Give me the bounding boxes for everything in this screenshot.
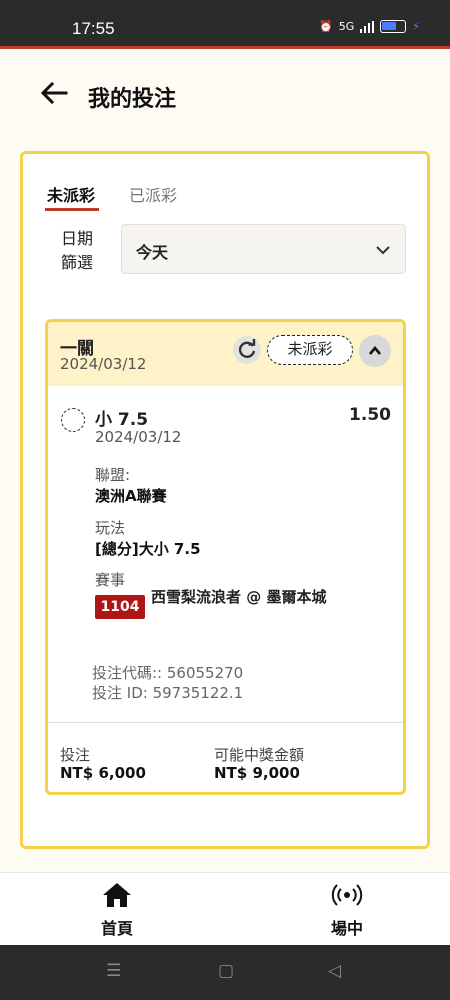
bet-card: 一關 2024/03/12 未派彩 小 7.5 1.50 2024/03/12 …: [45, 319, 406, 795]
market-value: [總分]大小 7.5: [95, 540, 201, 558]
bet-code: 投注代碼:: 56055270: [92, 664, 244, 682]
nav-label-live: 場中: [330, 919, 363, 938]
selection-odds: 1.50: [349, 405, 391, 425]
charging-icon: ⚡: [412, 20, 420, 33]
selection-name: 小 7.5: [95, 410, 149, 430]
chevron-up-icon: [369, 345, 381, 355]
event-id-badge: 1104: [95, 595, 145, 619]
signal-icon: [360, 20, 375, 33]
date-filter-label: 日期篩選: [60, 229, 93, 272]
collapse-button[interactable]: [359, 335, 391, 367]
bet-date: 2024/03/12: [60, 355, 147, 373]
tab-active-indicator: [45, 208, 99, 211]
chevron-down-icon: [376, 246, 390, 255]
date-filter-select[interactable]: 今天: [121, 224, 406, 274]
selection-date: 2024/03/12: [95, 428, 182, 446]
battery-icon: [380, 20, 407, 33]
league-value: 澳洲A聯賽: [95, 487, 167, 505]
live-icon: [331, 884, 363, 906]
stake-label: 投注: [60, 746, 91, 764]
payout-label: 可能中獎金額: [214, 746, 305, 764]
card-divider: [48, 722, 403, 723]
nav-item-home[interactable]: 首頁: [77, 881, 157, 939]
nav-label-home: 首頁: [100, 919, 133, 938]
back-arrow-icon[interactable]: [38, 77, 70, 109]
page-header: 我的投注: [0, 49, 450, 149]
bets-panel: 未派彩 已派彩 日期篩選 今天 一關 2024/03/12 未派彩 小 7.5 …: [20, 151, 430, 849]
system-nav-bar: ☰ ▢ ◁: [0, 945, 450, 1000]
home-square-icon[interactable]: ▢: [218, 961, 234, 981]
bottom-nav: 首頁 場中: [0, 872, 450, 945]
home-icon: [103, 883, 131, 907]
back-triangle-icon[interactable]: ◁: [328, 961, 341, 981]
payout-value: NT$ 9,000: [214, 764, 300, 782]
network-label: 5G: [338, 20, 355, 33]
status-badge: 未派彩: [267, 335, 353, 365]
page-title: 我的投注: [88, 87, 177, 112]
league-label: 聯盟:: [95, 466, 131, 484]
selection-radio[interactable]: [61, 408, 85, 432]
tab-settled[interactable]: 已派彩: [129, 182, 177, 206]
stake-value: NT$ 6,000: [60, 764, 146, 782]
refresh-icon: [238, 339, 256, 358]
refresh-button[interactable]: [233, 336, 261, 364]
bet-card-header: 一關 2024/03/12 未派彩: [48, 322, 403, 386]
status-bar: 17:55 ⏰ 5G ⚡: [0, 0, 450, 46]
menu-icon[interactable]: ☰: [106, 961, 121, 981]
tab-unsettled[interactable]: 未派彩: [47, 182, 95, 206]
event-name: 西雪梨流浪者 @ 墨爾本城: [151, 588, 327, 606]
nav-item-live[interactable]: 場中: [307, 881, 387, 939]
bet-id: 投注 ID: 59735122.1: [92, 684, 244, 702]
market-label: 玩法: [95, 519, 126, 537]
date-filter-value: 今天: [136, 243, 169, 262]
status-icons: ⏰ 5G ⚡: [319, 20, 420, 33]
status-time: 17:55: [72, 19, 115, 38]
alarm-icon: ⏰: [319, 20, 333, 33]
event-label: 賽事: [95, 571, 126, 589]
